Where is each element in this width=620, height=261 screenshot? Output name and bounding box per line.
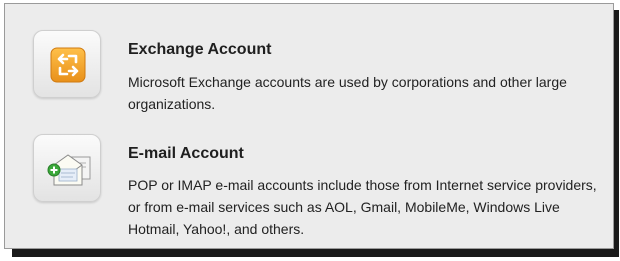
email-icon-tile[interactable] — [33, 134, 101, 202]
exchange-account-title: Exchange Account — [128, 41, 272, 58]
exchange-account-description: Microsoft Exchange accounts are used by … — [128, 74, 567, 112]
email-icon — [47, 154, 91, 186]
exchange-icon — [50, 47, 86, 83]
account-type-panel: Exchange Account Microsoft Exchange acco… — [4, 3, 614, 249]
exchange-icon-tile[interactable] — [33, 30, 101, 98]
email-account-description: POP or IMAP e-mail accounts include thos… — [128, 177, 597, 237]
panel-shadow-bottom — [12, 249, 618, 257]
panel-shadow-right — [614, 10, 619, 257]
email-account-title: E-mail Account — [128, 145, 244, 162]
